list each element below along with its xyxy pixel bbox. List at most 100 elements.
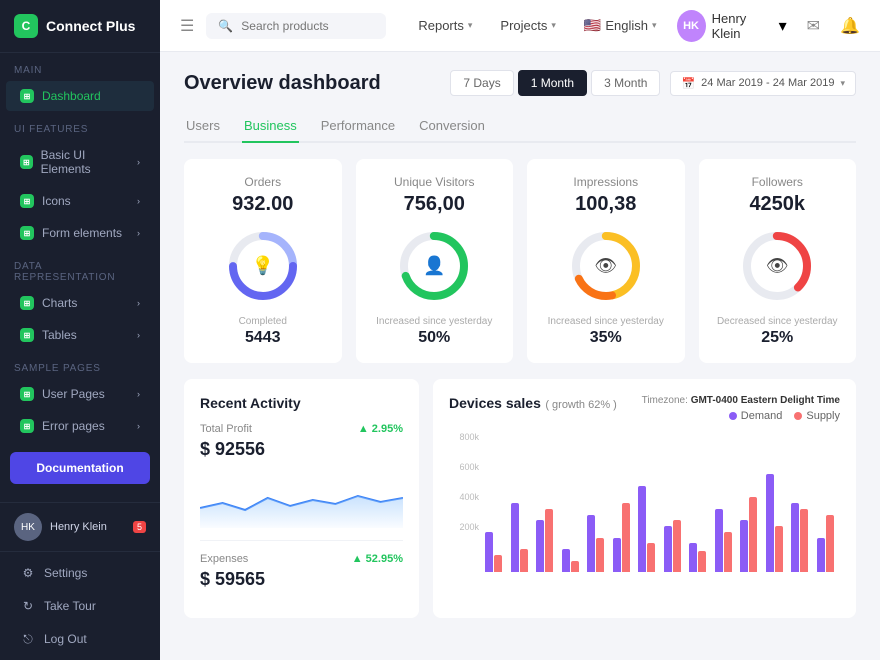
sidebar-item-label: Log Out xyxy=(44,632,87,646)
recent-activity-panel: Recent Activity Total Profit ▲ 2.95% $ 9… xyxy=(184,379,419,618)
bottom-panels: Recent Activity Total Profit ▲ 2.95% $ 9… xyxy=(184,379,856,618)
tab-conversion[interactable]: Conversion xyxy=(417,110,487,143)
sample-section-label: Sample Pages xyxy=(0,351,160,378)
profit-change: ▲ 2.95% xyxy=(358,423,403,435)
demand-bar xyxy=(715,509,723,572)
tab-users[interactable]: Users xyxy=(184,110,222,143)
chart-legend: Demand Supply xyxy=(729,410,840,422)
demand-bar xyxy=(740,520,748,572)
devices-header: Devices sales ( growth 62% ) Timezone: G… xyxy=(449,395,840,422)
y-label-200k: 200k xyxy=(459,522,479,532)
demand-bar xyxy=(536,520,544,572)
reports-chevron-icon: ▾ xyxy=(468,20,473,31)
filter-1month[interactable]: 1 Month xyxy=(518,70,587,96)
bar-group xyxy=(766,474,790,572)
bell-icon[interactable]: 🔔 xyxy=(840,16,860,36)
sidebar-item-charts[interactable]: ⊞ Charts › xyxy=(6,288,154,318)
visitors-donut-icon: 👤 xyxy=(423,256,445,277)
chevron-right-icon: › xyxy=(137,157,140,167)
menu-icon[interactable]: ☰ xyxy=(180,16,194,36)
date-filter: 7 Days 1 Month 3 Month 📅 24 Mar 2019 - 2… xyxy=(450,70,856,96)
sidebar-item-error-pages[interactable]: ⊞ Error pages › xyxy=(6,411,154,441)
reports-nav[interactable]: Reports ▾ xyxy=(410,14,480,37)
supply-bar xyxy=(724,532,732,572)
flag-icon: 🇺🇸 xyxy=(584,17,601,34)
page-header: Overview dashboard 7 Days 1 Month 3 Mont… xyxy=(184,70,856,96)
bar-group xyxy=(485,532,509,572)
dashboard-icon: ⊞ xyxy=(20,89,34,103)
orders-value: 932.00 xyxy=(232,193,293,216)
ui-section-label: UI Features xyxy=(0,112,160,139)
charts-icon: ⊞ xyxy=(20,296,34,310)
bar-group xyxy=(791,503,815,572)
language-label: English xyxy=(605,18,648,33)
followers-label: Followers xyxy=(752,175,803,189)
user-nav[interactable]: HK Henry Klein ▾ xyxy=(677,10,787,42)
profit-value: $ 92556 xyxy=(200,439,403,460)
devices-title: Devices sales xyxy=(449,395,541,411)
orders-donut: 💡 xyxy=(223,226,303,306)
stat-card-orders: Orders 932.00 💡 Completed 5443 xyxy=(184,159,342,363)
content-area: Overview dashboard 7 Days 1 Month 3 Mont… xyxy=(160,52,880,660)
demand-bar xyxy=(562,549,570,572)
mail-icon[interactable]: ✉ xyxy=(807,16,820,36)
date-range-picker[interactable]: 📅 24 Mar 2019 - 24 Mar 2019 ▾ xyxy=(670,71,856,96)
demand-bar xyxy=(638,486,646,572)
sidebar-item-user-pages[interactable]: ⊞ User Pages › xyxy=(6,379,154,409)
legend-supply: Supply xyxy=(794,410,840,422)
sidebar-item-take-tour[interactable]: ↻ Take Tour xyxy=(6,590,154,622)
followers-sub-label: Decreased since yesterday xyxy=(717,316,838,327)
supply-bar xyxy=(545,509,553,572)
impressions-value: 100,38 xyxy=(575,193,636,216)
sidebar-item-label: Settings xyxy=(44,566,87,580)
sidebar-item-settings[interactable]: ⚙ Settings xyxy=(6,557,154,589)
orders-sub-label: Completed xyxy=(239,316,287,327)
profit-section: Total Profit ▲ 2.95% $ 92556 xyxy=(200,423,403,528)
filter-3month[interactable]: 3 Month xyxy=(591,70,660,96)
supply-label: Supply xyxy=(806,410,840,422)
logo-text: Connect Plus xyxy=(46,18,135,34)
profit-sparkline xyxy=(200,468,403,528)
demand-bar xyxy=(664,526,672,572)
sidebar-item-icons[interactable]: ⊞ Icons › xyxy=(6,186,154,216)
demand-bar xyxy=(587,515,595,573)
tab-business[interactable]: Business xyxy=(242,110,299,143)
demand-bar xyxy=(613,538,621,573)
impressions-donut-icon: 👁 xyxy=(594,256,617,277)
sidebar-item-label: Icons xyxy=(42,194,71,208)
sidebar-item-tables[interactable]: ⊞ Tables › xyxy=(6,320,154,350)
calendar-icon: 📅 xyxy=(681,77,695,90)
language-chevron-icon: ▾ xyxy=(652,20,657,31)
sidebar-item-form-elements[interactable]: ⊞ Form elements › xyxy=(6,218,154,248)
y-label-600k: 600k xyxy=(459,462,479,472)
tab-performance[interactable]: Performance xyxy=(319,110,397,143)
sidebar-item-dashboard[interactable]: ⊞ Dashboard xyxy=(6,81,154,111)
legend-demand: Demand xyxy=(729,410,783,422)
sidebar-item-logout[interactable]: ⎋ Log Out xyxy=(6,623,154,655)
language-nav[interactable]: 🇺🇸 English ▾ xyxy=(576,13,665,38)
sidebar-item-label: Take Tour xyxy=(44,599,96,613)
sidebar-item-basic-ui[interactable]: ⊞ Basic UI Elements › xyxy=(6,140,154,184)
supply-bar xyxy=(571,561,579,573)
search-box[interactable]: 🔍 xyxy=(206,13,386,39)
divider xyxy=(200,540,403,541)
nav-username: Henry Klein xyxy=(712,11,773,41)
sidebar-item-label: Error pages xyxy=(42,419,105,433)
followers-donut: 👁 xyxy=(737,226,817,306)
sidebar-item-label: User Pages xyxy=(42,387,105,401)
sidebar-item-label: Dashboard xyxy=(42,89,101,103)
bar-group xyxy=(715,509,739,572)
visitors-label: Unique Visitors xyxy=(394,175,474,189)
basic-ui-icon: ⊞ xyxy=(20,155,33,169)
stat-card-followers: Followers 4250k 👁 Decreased since yester… xyxy=(699,159,857,363)
demand-bar xyxy=(485,532,493,572)
search-input[interactable] xyxy=(241,19,361,33)
documentation-button[interactable]: Documentation xyxy=(10,452,150,484)
chevron-right-icon: › xyxy=(137,298,140,308)
filter-7days[interactable]: 7 Days xyxy=(450,70,513,96)
reports-label: Reports xyxy=(418,18,464,33)
projects-chevron-icon: ▾ xyxy=(551,20,556,31)
projects-nav[interactable]: Projects ▾ xyxy=(492,14,564,37)
stat-card-impressions: Impressions 100,38 👁 Increased since yes… xyxy=(527,159,685,363)
form-icon: ⊞ xyxy=(20,226,34,240)
